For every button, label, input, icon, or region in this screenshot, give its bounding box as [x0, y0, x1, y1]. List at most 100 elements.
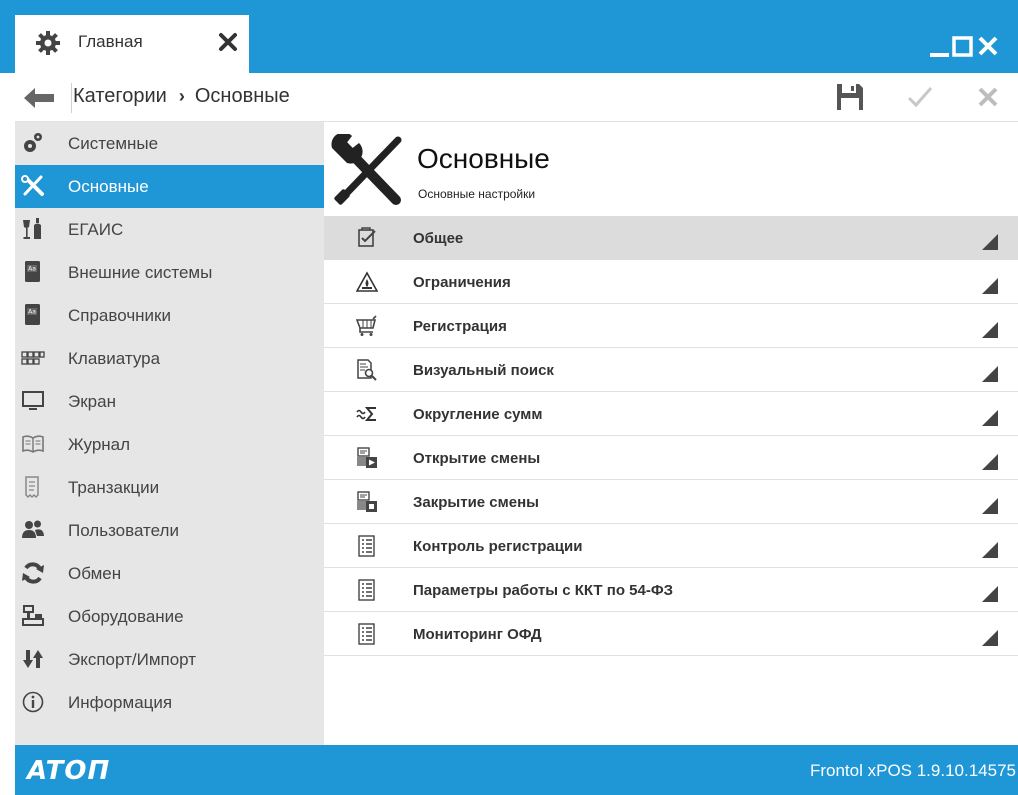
sidebar-item-egais[interactable]: ЕГАИС	[15, 208, 324, 251]
breadcrumb: Категории › Основные	[73, 85, 290, 108]
close-icon[interactable]	[975, 33, 1001, 59]
bottle-glass-icon	[23, 218, 41, 239]
list-icon	[358, 579, 375, 601]
tab-main[interactable]: Главная	[15, 15, 249, 73]
sidebar-item-label: Внешние системы	[68, 263, 213, 282]
expand-triangle-icon[interactable]	[980, 452, 1000, 472]
toolbar-divider	[71, 83, 72, 113]
sidebar-item-basic[interactable]: Основные	[15, 165, 324, 208]
receipt-icon	[25, 476, 39, 499]
sidebar-item-exchange[interactable]: Обмен	[15, 552, 324, 595]
confirm-icon[interactable]	[904, 81, 936, 113]
svg-text:Aa: Aa	[28, 309, 36, 316]
expand-triangle-icon[interactable]	[980, 320, 1000, 340]
sidebar-item-label: Журнал	[68, 435, 131, 454]
settings-row-label: Параметры работы с ККТ по 54-ФЗ	[413, 582, 674, 599]
cancel-icon[interactable]	[972, 81, 1004, 113]
keyboard-icon	[21, 351, 45, 365]
expand-triangle-icon[interactable]	[980, 496, 1000, 516]
settings-row-registration[interactable]: Регистрация	[324, 304, 1018, 348]
monitor-icon	[22, 391, 44, 410]
sidebar-item-label: Основные	[68, 177, 149, 196]
settings-row-label: Ограничения	[413, 274, 511, 291]
settings-row-restrictions[interactable]: Ограничения	[324, 260, 1018, 304]
sidebar-item-label: Транзакции	[68, 478, 160, 497]
sidebar-item-keyboard[interactable]: Клавиатура	[15, 337, 324, 380]
approx-sum-icon	[356, 407, 376, 421]
sidebar-item-screen[interactable]: Экран	[15, 380, 324, 423]
list-icon	[358, 535, 375, 557]
settings-row-label: Открытие смены	[413, 450, 541, 467]
sidebar-item-label: Пользователи	[68, 521, 179, 540]
register-open-icon	[357, 447, 377, 468]
list-icon	[358, 623, 375, 645]
brand-logo: ATOΠ	[27, 756, 111, 786]
settings-row-visual-search[interactable]: Визуальный поиск	[324, 348, 1018, 392]
settings-row-registration-control[interactable]: Контроль регистрации	[324, 524, 1018, 568]
breadcrumb-categories[interactable]: Категории	[73, 85, 167, 108]
expand-triangle-icon[interactable]	[980, 584, 1000, 604]
sidebar-item-label: Экран	[68, 392, 116, 411]
shopping-cart-icon	[356, 315, 377, 336]
sidebar-item-users[interactable]: Пользователи	[15, 509, 324, 552]
settings-row-label: Визуальный поиск	[413, 362, 554, 379]
sidebar-item-system[interactable]: Системные	[15, 122, 324, 165]
sidebar-item-label: ЕГАИС	[68, 220, 124, 239]
settings-row-general[interactable]: Общее	[324, 216, 1018, 260]
settings-row-rounding[interactable]: Округление сумм	[324, 392, 1018, 436]
sidebar-item-export-import[interactable]: Экспорт/Импорт	[15, 638, 324, 681]
toolbar: Категории › Основные	[15, 73, 1018, 122]
book-icon: Aa	[25, 304, 40, 325]
sidebar-item-label: Системные	[68, 134, 159, 153]
sidebar-item-directories[interactable]: Aa Справочники	[15, 294, 324, 337]
info-icon	[22, 691, 44, 713]
title-bar: Главная	[0, 0, 1018, 73]
arrows-up-down-icon	[23, 650, 43, 668]
warning-triangle-icon	[356, 271, 378, 292]
expand-triangle-icon[interactable]	[980, 232, 1000, 252]
tab-close-icon[interactable]	[217, 31, 239, 53]
checklist-icon	[358, 227, 376, 247]
sidebar-item-label: Справочники	[68, 306, 171, 325]
page-subtitle: Основные настройки	[418, 187, 536, 201]
expand-triangle-icon[interactable]	[980, 628, 1000, 648]
sidebar: Системные Основные ЕГАИС Aa Внешние сист…	[15, 122, 324, 745]
sidebar-item-external-systems[interactable]: Aa Внешние системы	[15, 251, 324, 294]
app-window: Главная Категории › Основные Системные О…	[0, 0, 1018, 795]
document-search-icon	[357, 359, 377, 381]
back-arrow-icon[interactable]	[22, 85, 56, 111]
sidebar-item-label: Оборудование	[68, 607, 184, 626]
expand-triangle-icon[interactable]	[980, 408, 1000, 428]
sidebar-item-journal[interactable]: Журнал	[15, 423, 324, 466]
settings-row-shift-open[interactable]: Открытие смены	[324, 436, 1018, 480]
register-close-icon	[357, 491, 377, 512]
settings-row-label: Контроль регистрации	[413, 538, 583, 555]
open-book-icon	[22, 435, 44, 453]
tab-title: Главная	[78, 32, 143, 51]
expand-triangle-icon[interactable]	[980, 364, 1000, 384]
sync-icon	[22, 562, 44, 584]
settings-row-kkt-54fz[interactable]: Параметры работы с ККТ по 54-ФЗ	[324, 568, 1018, 612]
settings-row-shift-close[interactable]: Закрытие смены	[324, 480, 1018, 524]
svg-text:Aa: Aa	[28, 266, 36, 273]
version-label: Frontol xPOS 1.9.10.14575	[809, 761, 1016, 780]
maximize-icon[interactable]	[950, 33, 976, 59]
sidebar-item-label: Обмен	[68, 564, 122, 583]
status-bar: ATOΠ Frontol xPOS 1.9.10.14575	[15, 745, 1018, 795]
settings-row-label: Мониторинг ОФД	[413, 626, 542, 643]
pos-terminal-icon	[22, 605, 44, 626]
settings-row-label: Общее	[413, 230, 464, 247]
settings-row-label: Регистрация	[413, 318, 507, 335]
sidebar-item-equipment[interactable]: Оборудование	[15, 595, 324, 638]
save-icon[interactable]	[834, 81, 866, 113]
gears-icon	[24, 133, 42, 152]
sidebar-item-label: Экспорт/Импорт	[68, 650, 197, 669]
sidebar-item-information[interactable]: Информация	[15, 681, 324, 724]
settings-row-ofd-monitoring[interactable]: Мониторинг ОФД	[324, 612, 1018, 656]
sidebar-item-transactions[interactable]: Транзакции	[15, 466, 324, 509]
expand-triangle-icon[interactable]	[980, 540, 1000, 560]
sidebar-item-label: Информация	[68, 693, 173, 712]
page-title: Основные	[417, 143, 550, 174]
expand-triangle-icon[interactable]	[980, 276, 1000, 296]
main-panel: Основные Основные настройки Общее Ограни…	[324, 122, 1018, 745]
